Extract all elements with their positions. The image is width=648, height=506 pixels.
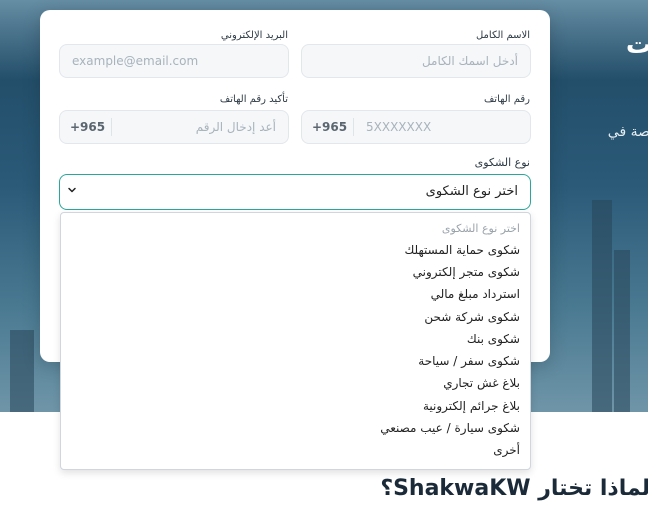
skyline-tower <box>10 330 34 412</box>
dropdown-option[interactable]: شكوى متجر إلكتروني <box>413 265 520 279</box>
dropdown-option[interactable]: شكوى بنك <box>467 332 520 346</box>
dropdown-option[interactable]: أخرى <box>493 443 520 457</box>
skyline-tower <box>614 250 630 412</box>
complaint-type-selected: اختر نوع الشكوى <box>425 184 518 199</box>
phone-divider <box>353 118 354 136</box>
dropdown-option[interactable]: استرداد مبلغ مالي <box>431 287 520 301</box>
confirm-phone-label: تأكيد رقم الهاتف <box>219 94 288 105</box>
hero-title: ت <box>625 30 648 60</box>
hero-subtitle: صة في <box>607 124 648 140</box>
phone-input[interactable]: +965 5XXXXXXX <box>301 110 531 144</box>
section-title: لماذا تختار ShakwaKW؟ <box>380 476 648 501</box>
email-input[interactable]: example@email.com <box>59 44 289 78</box>
phone-placeholder: 5XXXXXXX <box>366 120 432 134</box>
confirm-phone-divider <box>111 118 112 136</box>
dropdown-option[interactable]: بلاغ جرائم إلكترونية <box>423 399 520 413</box>
complaint-type-select[interactable]: اختر نوع الشكوى <box>59 174 531 210</box>
full-name-placeholder: أدخل اسمك الكامل <box>421 54 518 68</box>
email-label: البريد الإلكتروني <box>220 30 288 41</box>
dropdown-option-placeholder[interactable]: اختر نوع الشكوى <box>442 222 520 235</box>
complaint-type-label: نوع الشكوى <box>474 156 530 169</box>
full-name-label: الاسم الكامل <box>475 30 530 41</box>
email-placeholder: example@email.com <box>72 54 199 68</box>
skyline-tower <box>592 200 612 412</box>
dropdown-option[interactable]: شكوى حماية المستهلك <box>404 243 520 257</box>
confirm-phone-country-code: +965 <box>70 120 106 134</box>
complaint-type-dropdown: اختر نوع الشكوى شكوى حماية المستهلك شكوى… <box>60 212 531 470</box>
confirm-phone-input[interactable]: +965 أعد إدخال الرقم <box>59 110 289 144</box>
confirm-phone-placeholder: أعد إدخال الرقم <box>195 120 276 134</box>
dropdown-option[interactable]: شكوى سفر / سياحة <box>418 354 520 368</box>
dropdown-option[interactable]: بلاغ غش تجاري <box>443 376 520 390</box>
phone-country-code: +965 <box>312 120 348 134</box>
full-name-input[interactable]: أدخل اسمك الكامل <box>301 44 531 78</box>
phone-label: رقم الهاتف <box>483 94 530 105</box>
chevron-down-icon <box>68 187 76 193</box>
dropdown-option[interactable]: شكوى شركة شحن <box>424 310 520 324</box>
dropdown-option[interactable]: شكوى سيارة / عيب مصنعي <box>380 421 520 435</box>
